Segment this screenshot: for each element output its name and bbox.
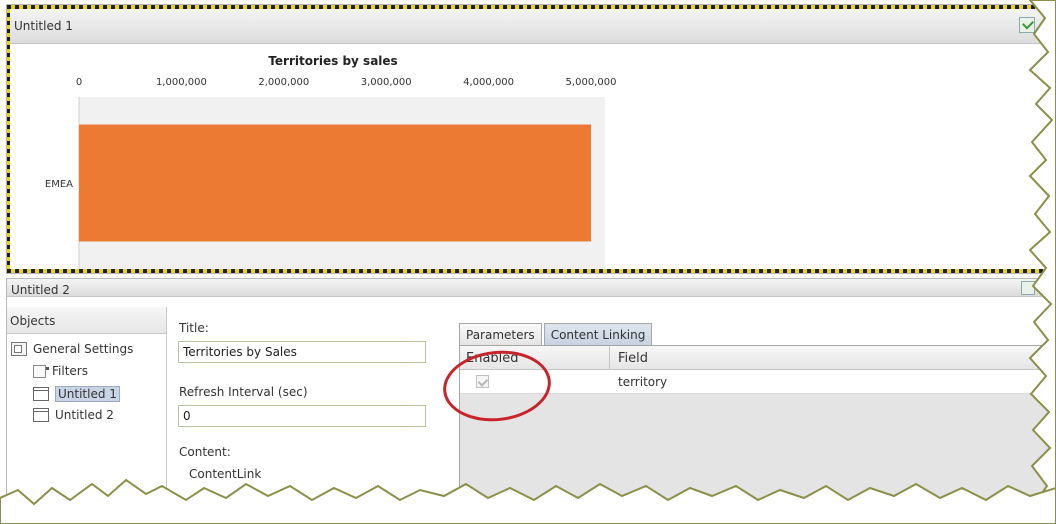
tabs-area: Parameters Content Linking Enabled Field… [459,323,1056,524]
screenshot-stage: Untitled 1 Territories by sales 0 1,000,00… [0,0,1056,524]
tree-item-filters[interactable]: Filters [33,364,88,378]
window-icon [33,387,49,401]
window-icon [33,408,49,422]
tree-item-label: Filters [52,364,88,378]
x-tick-label: 0 [76,77,82,88]
tree-item-label: Untitled 2 [55,408,114,422]
field-cell: territory [618,375,668,389]
selection-border-bottom [7,269,1055,273]
refresh-interval-input[interactable] [178,405,426,427]
content-value: ContentLink [189,467,262,481]
tab-content-linking[interactable]: Content Linking [543,323,653,345]
horizontal-scrollbar[interactable] [470,506,986,524]
panel-title: Untitled 1 [14,19,73,33]
tabstrip: Parameters Content Linking [459,323,654,345]
x-tick-label: 3,000,000 [361,77,412,88]
chart-title: Territories by sales [268,54,397,68]
content-label: Content: [179,445,231,459]
scrollbar-grip-icon[interactable] [728,513,738,518]
x-tick-label: 1,000,000 [156,77,207,88]
general-settings-icon [11,342,27,356]
x-tick-label: 5,000,000 [566,77,617,88]
tree-item-general-settings[interactable]: General Settings [11,342,133,356]
tree-item-label: General Settings [33,342,134,356]
tree-item-untitled-1[interactable]: Untitled 1 [33,386,120,402]
dashboard-panel-untitled-1[interactable]: Untitled 1 Territories by sales 0 1,000,00… [6,4,1056,274]
column-header-field[interactable]: Field [610,346,1056,370]
properties-pane: Title: Refresh Interval (sec) Content: C… [167,307,451,524]
objects-pane: Objects General Settings Filters Untitle… [7,307,167,524]
tree-item-untitled-2[interactable]: Untitled 2 [33,408,114,422]
refresh-interval-label: Refresh Interval (sec) [179,385,308,399]
x-tick-label: 2,000,000 [258,77,309,88]
tree-item-label: Untitled 1 [55,386,120,402]
panel-titlebar[interactable]: Untitled 1 [10,9,1055,44]
title-label: Title: [179,321,209,335]
panel-maximize-icon[interactable] [1019,17,1035,33]
bar-chart: Territories by sales 0 1,000,000 2,000,000 3… [45,54,617,269]
objects-header: Objects [7,307,166,334]
bar [79,124,591,242]
title-input[interactable] [178,341,426,363]
x-tick-label: 4,000,000 [463,77,514,88]
panel-titlebar[interactable]: Untitled 2 [7,279,1055,297]
grid-header: Enabled Field [460,346,1056,370]
filter-icon [33,364,49,378]
panel-maximize-icon[interactable] [1021,281,1035,295]
tab-parameters[interactable]: Parameters [459,323,542,345]
panel-title: Untitled 2 [11,283,70,297]
y-category-label: EMEA [45,179,73,190]
